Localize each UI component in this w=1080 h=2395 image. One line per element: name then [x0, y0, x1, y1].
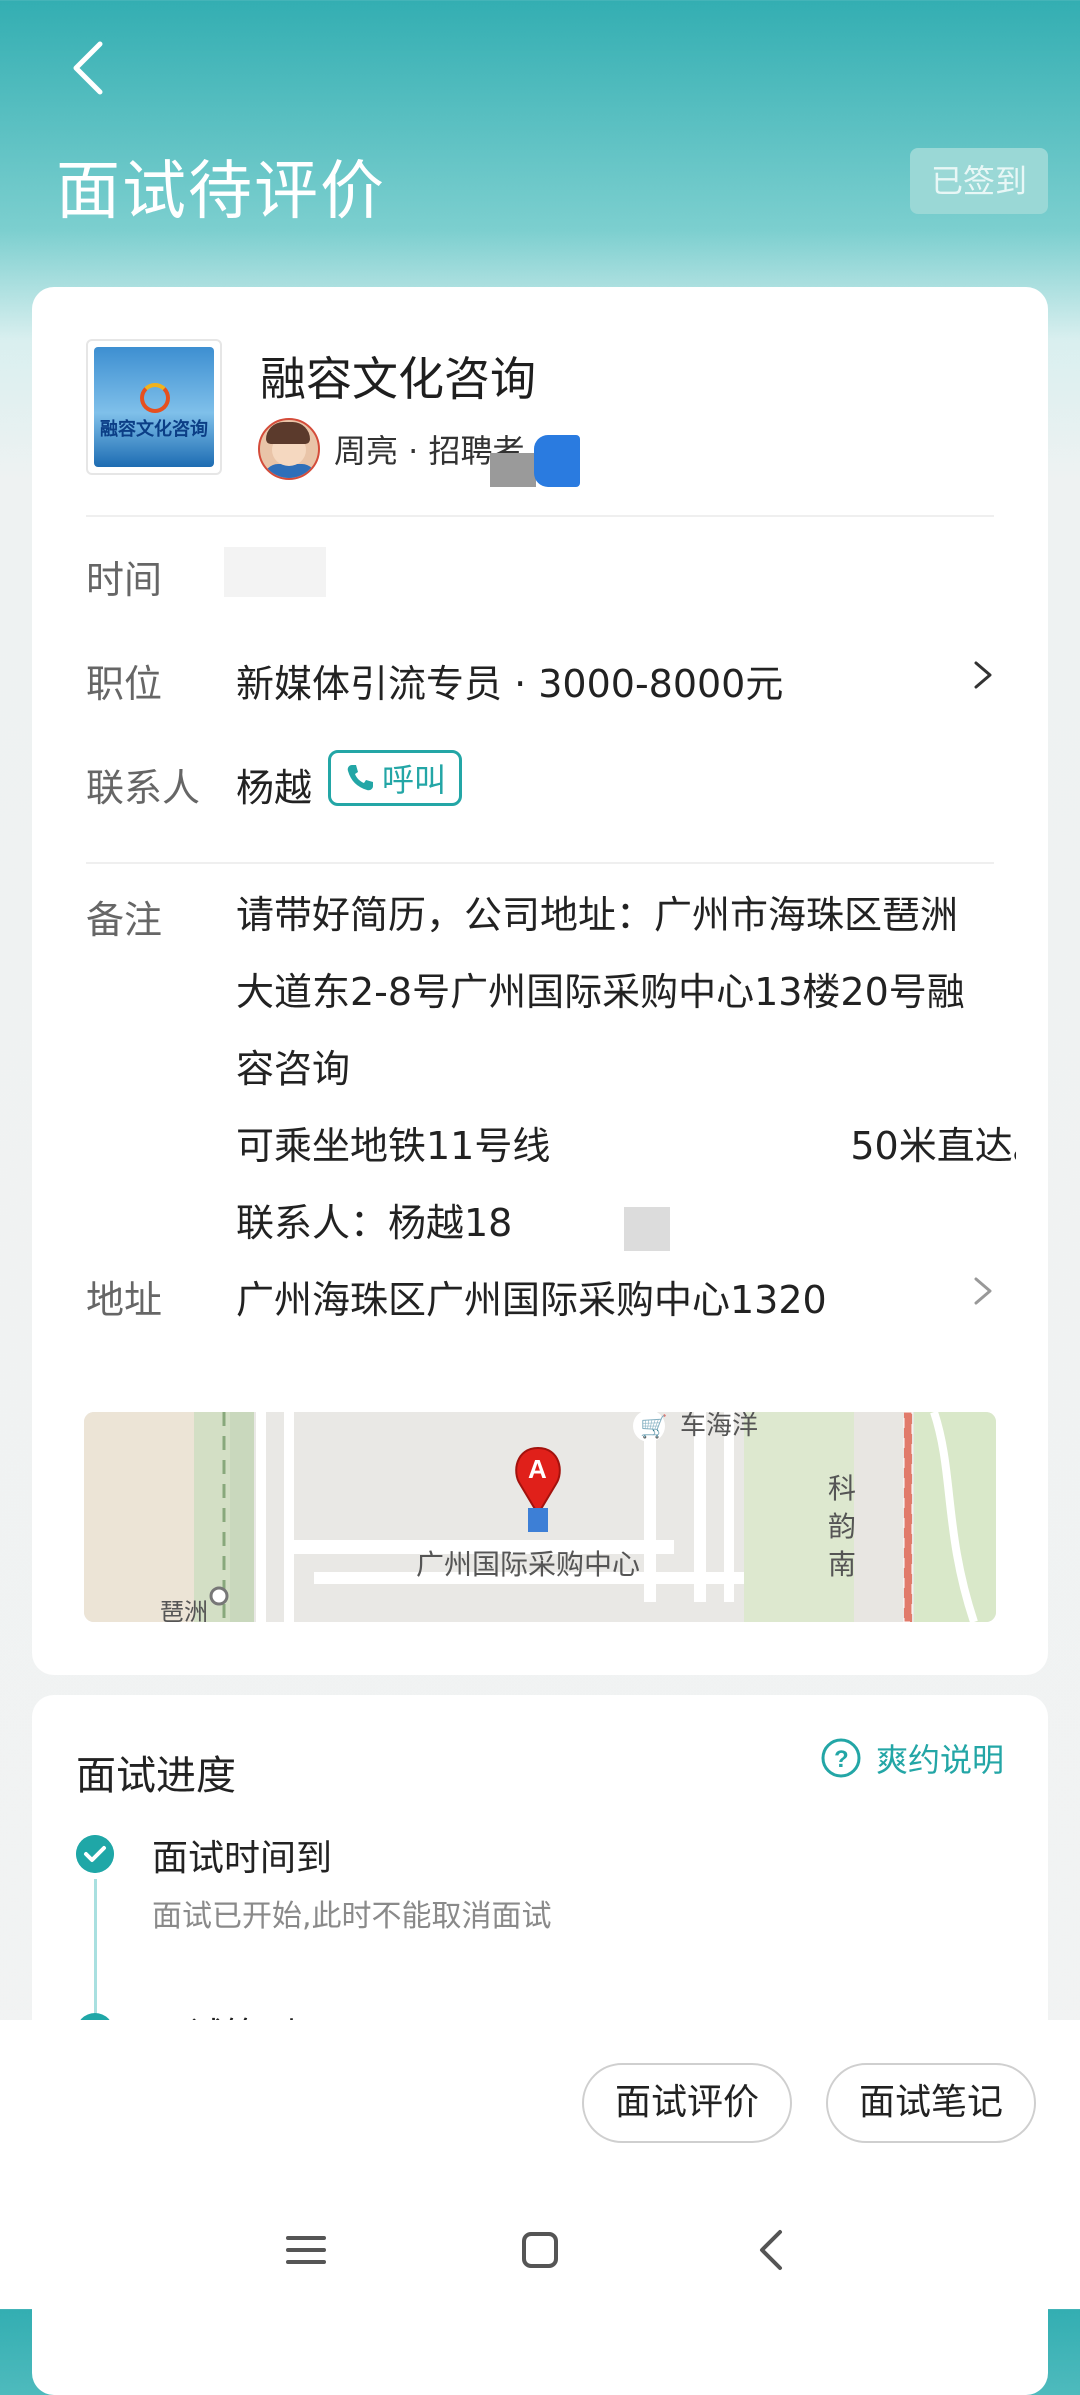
back-nav-icon[interactable] [742, 2220, 802, 2280]
note-line: 请带好简历，公司地址：广州市海珠区琶洲 [236, 893, 959, 937]
interview-review-button[interactable]: 面试评价 [582, 2063, 792, 2143]
interview-notes-button[interactable]: 面试笔记 [826, 2063, 1036, 2143]
svg-text:?: ? [834, 1746, 849, 1773]
note-line-metro: 可乘坐地铁11号线 50米直达。 [236, 1108, 1016, 1185]
phone-icon [347, 765, 373, 791]
call-button-label: 呼叫 [381, 761, 446, 799]
step-description: 面试已开始,此时不能取消面试 [152, 1899, 552, 1934]
logo-text: 融容文化咨询 [100, 419, 208, 439]
recruiter-avatar [258, 418, 320, 480]
divider [86, 862, 994, 864]
redacted-block [490, 453, 536, 487]
question-circle-icon: ? [821, 1738, 861, 1778]
company-logo: 融容文化咨询 [86, 339, 222, 475]
note-text: 请带好简历，公司地址：广州市海珠区琶洲 大道东2-8号广州国际采购中心13楼20… [236, 877, 1016, 1262]
note-line: 50米直达。 [850, 1124, 1016, 1168]
signed-in-badge: 已签到 [910, 148, 1048, 214]
position-label: 职位 [86, 662, 163, 706]
step-title: 面试时间到 [152, 1838, 333, 1879]
no-show-explain-link[interactable]: ? 爽约说明 [820, 1735, 1004, 1781]
recruiter-row[interactable]: 周亮 · 招聘者 [258, 418, 525, 480]
note-line: 可乘坐地铁11号线 [236, 1124, 551, 1168]
menu-icon[interactable] [276, 2220, 336, 2280]
chat-icon[interactable] [534, 435, 580, 487]
interview-info-card: 融容文化咨询 融容文化咨询 周亮 · 招聘者 时间 职位 新媒体引流专员 · 3… [32, 287, 1048, 1675]
chevron-right-icon[interactable] [970, 1271, 996, 1311]
contact-value: 杨越 [236, 766, 313, 810]
address-label: 地址 [86, 1278, 163, 1322]
logo-mark-icon [140, 383, 170, 413]
chevron-right-icon[interactable] [970, 655, 996, 695]
progress-title: 面试进度 [76, 1753, 236, 1799]
contact-label: 联系人 [86, 766, 201, 810]
map-road-label: 琶洲 [160, 1598, 208, 1622]
explain-link-label: 爽约说明 [875, 1741, 1004, 1779]
address-value[interactable]: 广州海珠区广州国际采购中心1320 [236, 1269, 827, 1324]
call-button[interactable]: 呼叫 [328, 750, 462, 806]
check-circle-icon [76, 1835, 114, 1873]
position-value[interactable]: 新媒体引流专员 · 3000-8000元 [236, 653, 783, 708]
back-arrow-icon[interactable] [60, 38, 120, 98]
page-title: 面试待评价 [56, 155, 386, 229]
svg-text:🛒: 🛒 [640, 1414, 667, 1440]
map-poi-label: 广州国际采购中心 [416, 1548, 640, 1581]
home-icon[interactable] [510, 2220, 570, 2280]
note-line: 大道东2-8号广州国际采购中心13楼20号融 [236, 970, 965, 1014]
map-marker-letter: A [528, 1454, 547, 1484]
note-line: 容咨询 [236, 1047, 351, 1091]
company-name[interactable]: 融容文化咨询 [260, 343, 536, 409]
location-map[interactable]: 🛒 A 广州国际采购中心 车海洋 琶洲 科 韵 南 [84, 1412, 996, 1622]
divider [86, 515, 994, 517]
map-shop-label: 车海洋 [680, 1412, 758, 1441]
time-label: 时间 [86, 558, 163, 602]
map-image: 🛒 A 广州国际采购中心 车海洋 琶洲 科 韵 南 [84, 1412, 996, 1622]
redacted-block [624, 1207, 670, 1251]
redacted-time [224, 547, 326, 597]
note-label: 备注 [86, 898, 163, 942]
